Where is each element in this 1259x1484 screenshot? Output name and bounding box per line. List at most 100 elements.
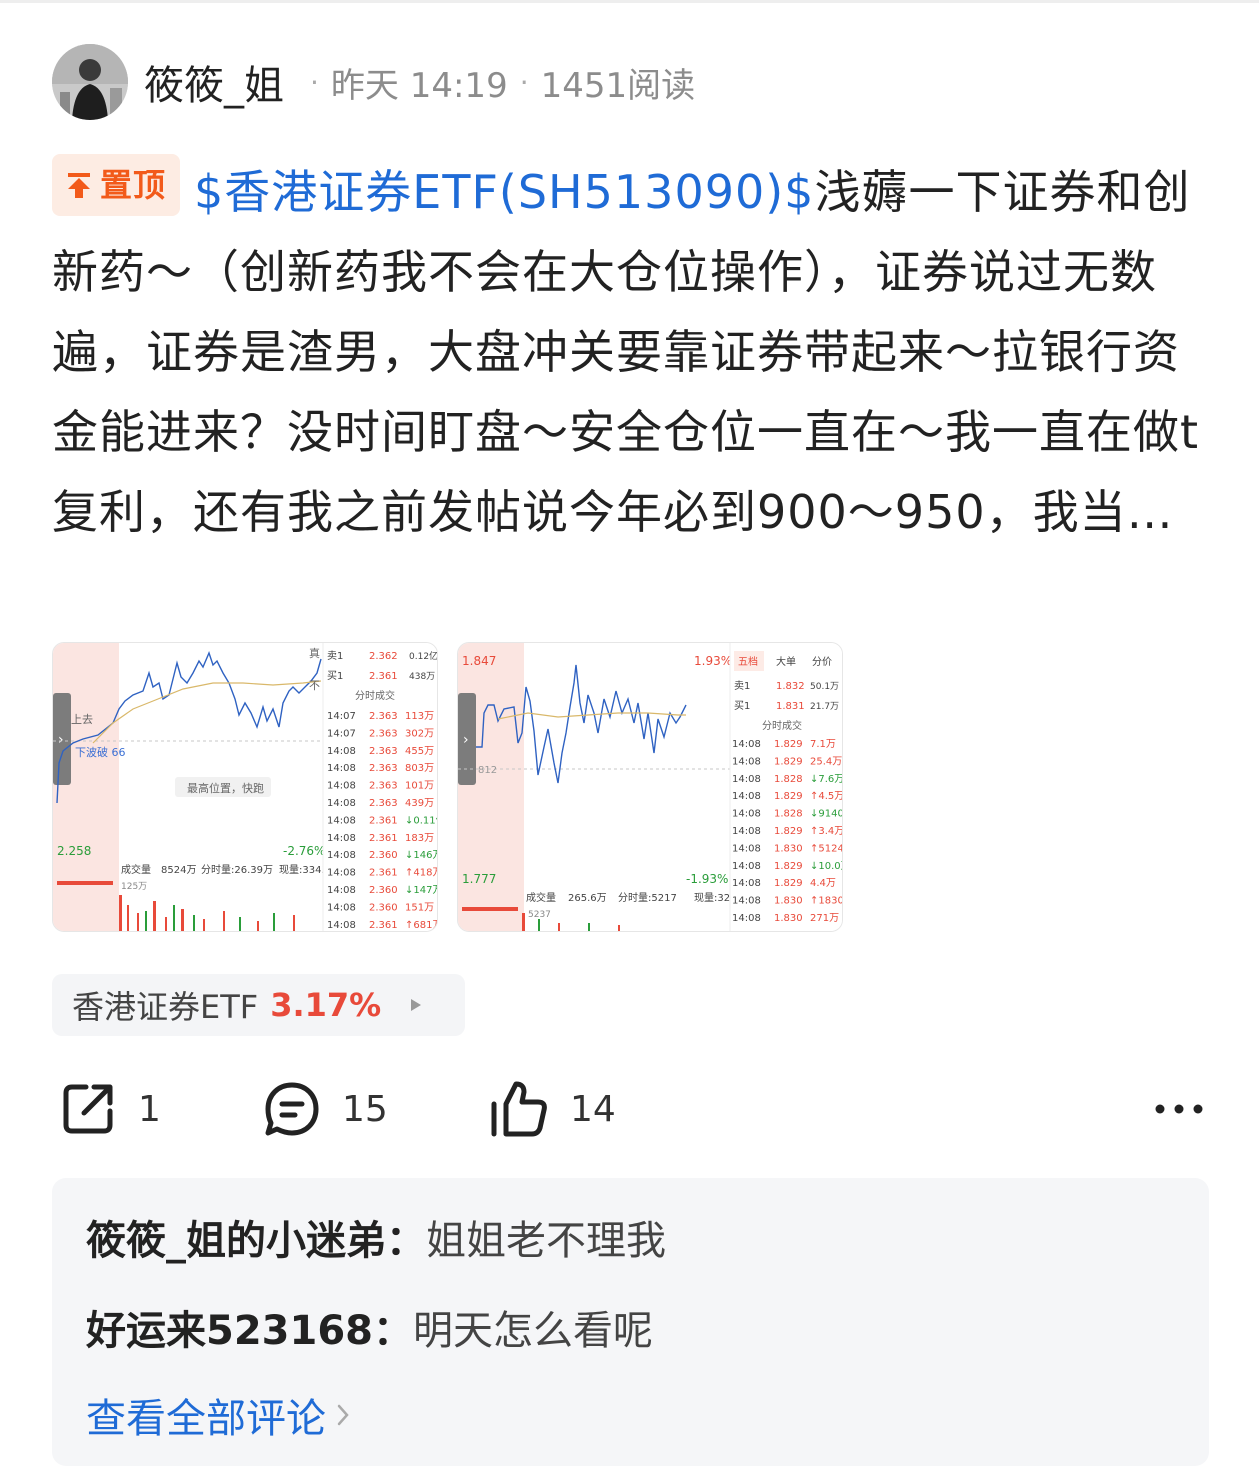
action-bar: 1 15 14 — [52, 1074, 1212, 1144]
pinned-badge: 置顶 — [52, 154, 181, 216]
post-content[interactable]: 置顶 $香港证券ETF(SH513090)$浅薅一下证券和创新药～（创新药我不会… — [52, 152, 1212, 552]
pct-low-label: -2.76% — [283, 844, 325, 858]
tick-p: 2.363 — [369, 798, 398, 809]
tick-p: 1.829 — [774, 861, 803, 872]
comment-item[interactable]: 筱筱_姐的小迷弟：姐姐老不理我 — [86, 1208, 666, 1266]
author-name[interactable]: 筱筱_姐 — [144, 53, 284, 111]
tick-t: 14:08 — [327, 902, 356, 913]
stock-mention-link[interactable]: $香港证券ETF(SH513090)$ — [194, 165, 814, 219]
comment-user[interactable]: 好运来523168 — [86, 1308, 373, 1354]
vol-value: 8524万 — [161, 865, 196, 876]
side-btn-1: 真 — [309, 646, 320, 660]
view-all-comments-link[interactable]: 查看全部评论 — [86, 1386, 350, 1444]
chevron-right-icon — [337, 1404, 349, 1426]
tick-t: 14:08 — [327, 763, 356, 774]
share-button[interactable]: 1 — [58, 1074, 161, 1144]
tick-v: ↓9140 — [810, 809, 843, 820]
more-button[interactable] — [1154, 1074, 1204, 1144]
tick-p: 1.828 — [774, 774, 803, 785]
sell1-price: 2.362 — [369, 651, 398, 662]
tick-p: 2.360 — [369, 850, 398, 861]
tick-p: 2.363 — [369, 763, 398, 774]
tick-p: 1.830 — [774, 913, 803, 924]
tick-v: 455万 — [405, 746, 434, 757]
vol-value: 265.6万 — [568, 893, 607, 904]
buy1-price: 2.361 — [369, 671, 398, 682]
tick-p: 2.360 — [369, 902, 398, 913]
tick-t: 14:07 — [327, 711, 356, 722]
tick-t: 14:08 — [327, 833, 356, 844]
tick-v: ↓146万 — [405, 850, 438, 861]
fs-label: 分时量:5217 — [618, 892, 677, 904]
annotation-break: 下波破 66 — [75, 745, 126, 759]
tick-p: 1.829 — [774, 791, 803, 802]
tick-p: 2.363 — [369, 728, 398, 739]
annotation-up: 上去 — [71, 713, 93, 726]
stock-tag[interactable]: 香港证券ETF 3.17% — [52, 974, 465, 1036]
comment-button[interactable]: 15 — [262, 1074, 388, 1144]
tick-p: 1.828 — [774, 809, 803, 820]
tab-price: 分价 — [812, 656, 832, 668]
tick-v: ↑418万 — [405, 868, 438, 879]
chart-image-right[interactable]: › 1.847 1.93% 812 1.777 -1.93% 成交量 265.6… — [457, 642, 843, 932]
tick-v: ↓0.11亿 — [405, 813, 438, 826]
tick-p: 2.361 — [369, 868, 398, 879]
tick-t: 14:08 — [732, 878, 761, 889]
ticks-title: 分时成交 — [762, 719, 802, 732]
share-icon — [63, 1084, 113, 1134]
tick-t: 14:08 — [327, 781, 356, 792]
price-low-label: 1.777 — [462, 872, 496, 886]
tick-t: 14:08 — [327, 746, 356, 757]
sell1-label: 卖1 — [734, 680, 750, 692]
buy1-label: 买1 — [734, 700, 750, 712]
comment-user[interactable]: 筱筱_姐的小迷弟 — [86, 1218, 386, 1264]
chart-image-left[interactable]: › 上去 下波破 66 最高位置，快跑 2.258 -2.76% 成交量 852… — [52, 642, 438, 932]
tick-p: 2.363 — [369, 781, 398, 792]
tick-v: 183万 — [405, 833, 434, 844]
chevron-right-icon: › — [58, 732, 64, 748]
tick-v: ↑681万 — [405, 920, 438, 931]
buy1-price: 1.831 — [776, 701, 805, 712]
stock-tag-name: 香港证券ETF — [72, 988, 259, 1026]
like-count: 14 — [570, 1088, 616, 1130]
tick-t: 14:08 — [327, 815, 356, 826]
separator-dot: · — [519, 65, 529, 99]
thumbs-up-icon — [491, 1081, 547, 1137]
like-button[interactable]: 14 — [488, 1074, 616, 1144]
comment-count: 15 — [342, 1088, 388, 1130]
tick-t: 14:08 — [327, 850, 356, 861]
chevron-right-icon: › — [463, 732, 469, 748]
sell1-vol: 0.12亿 — [409, 650, 438, 662]
separator-dot: · — [310, 65, 319, 99]
tick-p: 2.361 — [369, 815, 398, 826]
comment-text: 姐姐老不理我 — [426, 1218, 666, 1264]
sell1-vol: 50.1万 — [810, 682, 839, 692]
avatar[interactable] — [52, 44, 128, 120]
tick-p: 2.363 — [369, 746, 398, 757]
tick-t: 14:08 — [732, 896, 761, 907]
comment-text: 明天怎么看呢 — [413, 1308, 653, 1354]
tick-v: 25.4万 — [810, 756, 842, 767]
tick-v: 302万 — [405, 728, 434, 739]
tick-t: 14:08 — [327, 920, 356, 931]
tick-v: ↓10.0万 — [810, 861, 843, 872]
tick-p: 1.829 — [774, 826, 803, 837]
play-arrow-icon — [411, 999, 422, 1011]
buy1-label: 买1 — [327, 670, 343, 682]
tick-t: 14:08 — [732, 809, 761, 820]
post-meta: · 昨天 14:19 · 1451阅读 — [298, 58, 695, 107]
comment-item[interactable]: 好运来523168：明天怎么看呢 — [86, 1298, 653, 1356]
tick-v: ↓7.6万 — [810, 774, 843, 785]
comment-icon — [265, 1082, 319, 1136]
stock-tag-change: 3.17% — [270, 986, 382, 1024]
tick-t: 14:07 — [327, 728, 356, 739]
post-time: 昨天 14:19 — [330, 65, 508, 106]
buy1-vol: 438万 — [409, 672, 435, 682]
tick-t: 14:08 — [327, 798, 356, 809]
post-header: 筱筱_姐 · 昨天 14:19 · 1451阅读 — [52, 44, 695, 120]
tick-v: 271万 — [810, 913, 839, 924]
tick-p: 2.361 — [369, 833, 398, 844]
tick-v: 803万 — [405, 763, 434, 774]
tick-v: ↑3.4万 — [810, 826, 843, 837]
tick-p: 1.829 — [774, 878, 803, 889]
